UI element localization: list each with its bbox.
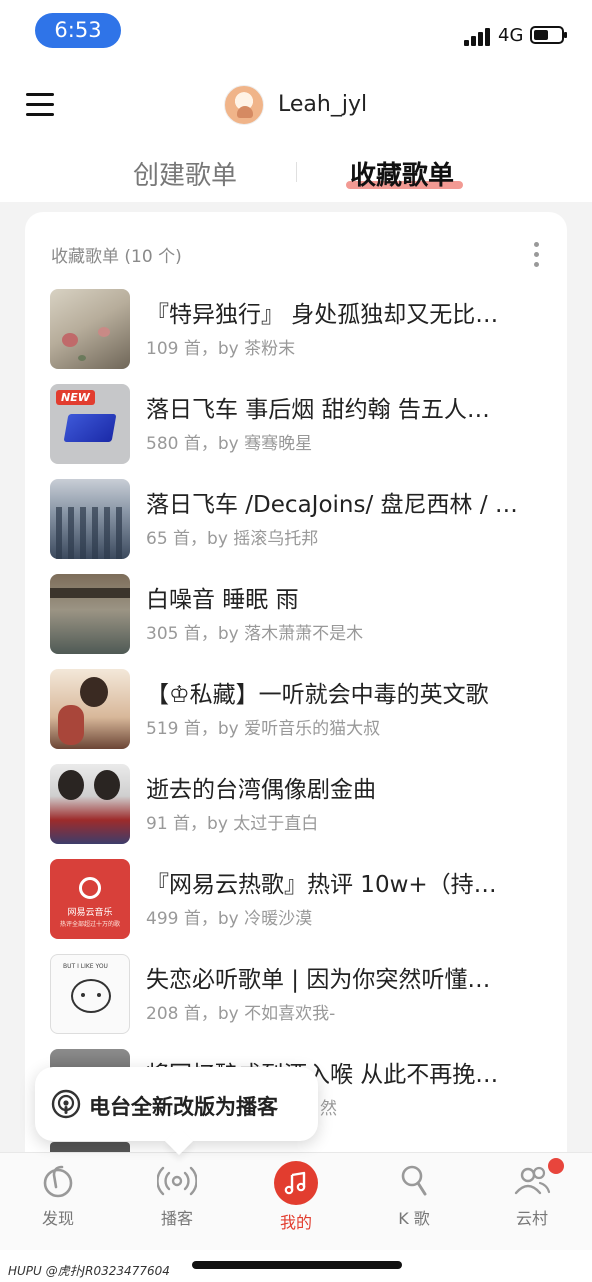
- status-time: 6:53: [35, 13, 121, 48]
- playlist-item[interactable]: 『特异独行』 身处孤独却又无比… 109 首，by 茶粉末: [50, 289, 550, 371]
- playlist-item[interactable]: 网易云音乐 热评全部超过十万的歌 『网易云热歌』热评 10w+（持… 499 首…: [50, 859, 550, 941]
- playlist-title: 逝去的台湾偶像剧金曲: [146, 777, 376, 803]
- tab-label: 播客: [160, 1209, 193, 1228]
- tab-label: 云村: [515, 1209, 548, 1228]
- signal-icon: [464, 26, 492, 46]
- podcast-icon: [51, 1089, 81, 1119]
- playlist-cover: [50, 764, 130, 844]
- playlist-title: 白噪音 睡眠 雨: [146, 587, 299, 613]
- tab-divider: [296, 162, 297, 182]
- playlist-subtitle: 208 首，by 不如喜欢我-: [146, 1004, 336, 1024]
- microphone-icon: [401, 1165, 427, 1196]
- watermark: HUPU @虎扑JR0323477604: [8, 1264, 170, 1278]
- playlist-title: 落日飞车 事后烟 甜约翰 告五人…: [146, 397, 490, 423]
- playlist-cover: NEW: [50, 384, 130, 464]
- more-options-icon[interactable]: [533, 242, 539, 268]
- tab-k-song[interactable]: K 歌: [374, 1161, 454, 1229]
- favorites-card: 收藏歌单 (10 个) 『特异独行』 身处孤独却又无比… 109 首，by 茶粉…: [25, 212, 567, 1172]
- playlist-subtitle: 499 首，by 冷暖沙漠: [146, 909, 313, 929]
- playlist-item[interactable]: 逝去的台湾偶像剧金曲 91 首，by 太过于直白: [50, 764, 550, 846]
- tab-discover[interactable]: 发现: [18, 1161, 98, 1229]
- playlist-subtitle: 519 首，by 爱听音乐的猫大叔: [146, 719, 381, 739]
- status-bar: 6:53 4G: [0, 0, 592, 62]
- music-note-icon: [274, 1161, 318, 1205]
- netease-music-icon: [43, 1165, 73, 1198]
- community-icon: [514, 1166, 551, 1195]
- network-label: 4G: [498, 25, 524, 46]
- playlist-title: 落日飞车 /DecaJoins/ 盘尼西林 / …: [146, 492, 518, 518]
- playlist-item[interactable]: NEW 落日飞车 事后烟 甜约翰 告五人… 580 首，by 骞骞晚星: [50, 384, 550, 466]
- tab-podcast[interactable]: 播客: [137, 1161, 217, 1229]
- tab-create-playlist[interactable]: 创建歌单: [133, 155, 237, 192]
- playlist-item[interactable]: 【♔私藏】一听就会中毒的英文歌 519 首，by 爱听音乐的猫大叔: [50, 669, 550, 751]
- playlist-title: 『网易云热歌』热评 10w+（持…: [146, 872, 497, 898]
- playlist-cover: 网易云音乐 热评全部超过十万的歌: [50, 859, 130, 939]
- playlist-subtitle: 580 首，by 骞骞晚星: [146, 434, 313, 454]
- bottom-tab-bar: 发现 播客 我的 K 歌 云村: [0, 1152, 592, 1250]
- toast-message: 电台全新改版为播客: [89, 1095, 278, 1119]
- hamburger-menu-icon[interactable]: [26, 91, 56, 117]
- tab-mine[interactable]: 我的: [256, 1161, 336, 1233]
- playlist-subtitle: 91 首，by 太过于直白: [146, 814, 319, 834]
- tab-label: 发现: [41, 1209, 74, 1228]
- playlist-title: 【♔私藏】一听就会中毒的英文歌: [146, 682, 489, 708]
- playlist-cover: [50, 574, 130, 654]
- radio-waves-icon: [157, 1166, 197, 1196]
- new-badge: NEW: [56, 390, 95, 405]
- netease-logo-icon: [79, 877, 101, 899]
- next-cover-peek: [50, 1142, 130, 1152]
- playlist-cover: [50, 669, 130, 749]
- playlist-item[interactable]: 白噪音 睡眠 雨 305 首，by 落木萧萧不是木: [50, 574, 550, 656]
- cover-text: BUT I LIKE YOU: [63, 963, 108, 970]
- home-indicator[interactable]: [192, 1261, 402, 1269]
- section-title: 收藏歌单 (10 个): [51, 247, 182, 267]
- playlist-item[interactable]: BUT I LIKE YOU 失恋必听歌单 | 因为你突然听懂… 208 首，b…: [50, 954, 550, 1036]
- notification-dot: [548, 1158, 564, 1174]
- playlist-tabs: 创建歌单 收藏歌单: [0, 150, 592, 202]
- playlist-title: 『特异独行』 身处孤独却又无比…: [146, 302, 499, 328]
- playlist-item[interactable]: 落日飞车 /DecaJoins/ 盘尼西林 / … 65 首，by 摇滚乌托邦: [50, 479, 550, 561]
- playlist-subtitle-partial: 然: [320, 1099, 337, 1119]
- username[interactable]: Leah_jyl: [278, 92, 367, 117]
- tab-label: 我的: [279, 1213, 312, 1232]
- tab-favorite-playlist[interactable]: 收藏歌单: [350, 155, 454, 192]
- smiley-face-icon: [71, 979, 111, 1013]
- cover-text: 网易云音乐: [67, 908, 113, 918]
- playlist-title: 失恋必听歌单 | 因为你突然听懂…: [146, 967, 491, 993]
- playlist-cover: BUT I LIKE YOU: [50, 954, 130, 1034]
- tab-label: K 歌: [398, 1209, 430, 1228]
- playlist-cover: [50, 289, 130, 369]
- playlist-subtitle: 109 首，by 茶粉末: [146, 339, 296, 359]
- playlist-subtitle: 65 首，by 摇滚乌托邦: [146, 529, 319, 549]
- playlist-cover: [50, 479, 130, 559]
- podcast-toast[interactable]: 电台全新改版为播客: [35, 1067, 318, 1141]
- avatar[interactable]: [224, 85, 264, 125]
- playlist-subtitle: 305 首，by 落木萧萧不是木: [146, 624, 364, 644]
- cover-subtext: 热评全部超过十万的歌: [59, 921, 120, 928]
- battery-icon: [530, 26, 567, 44]
